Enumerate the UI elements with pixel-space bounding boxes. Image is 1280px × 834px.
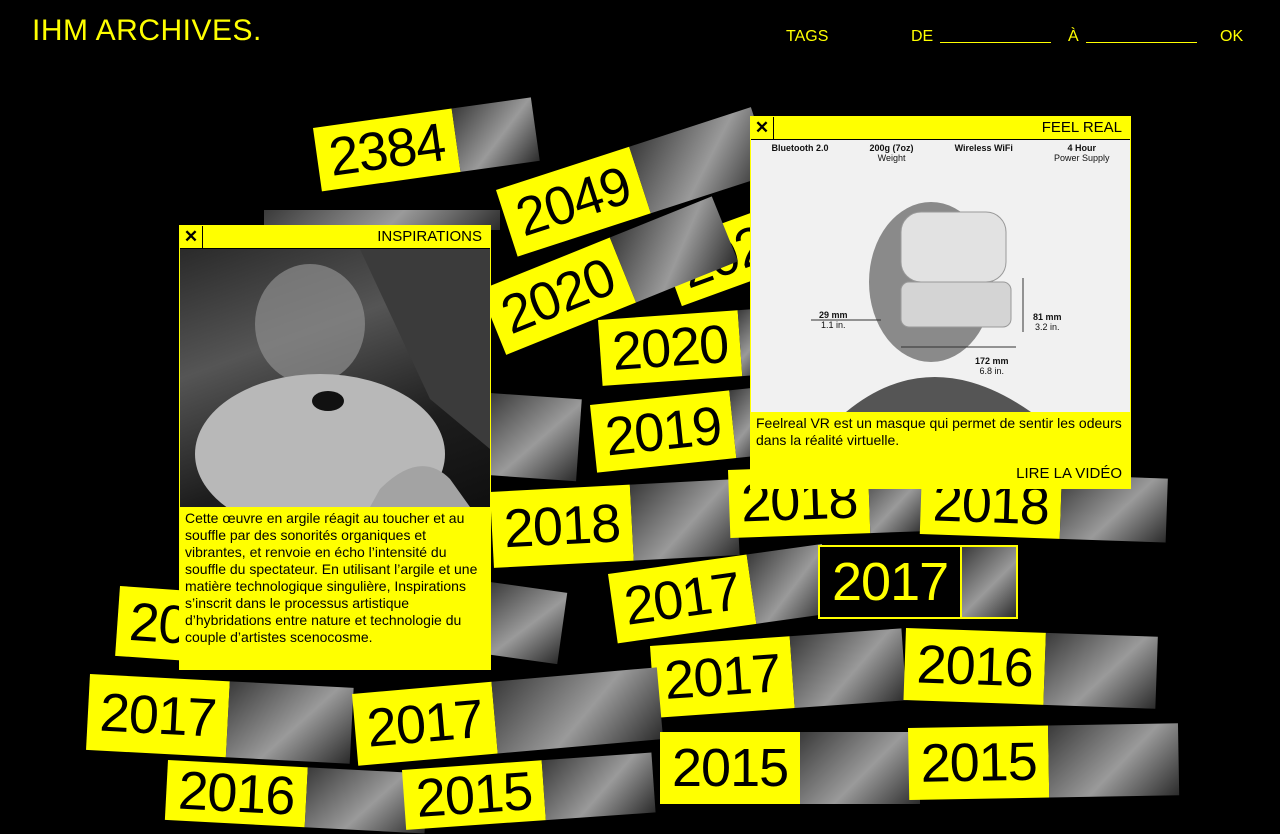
spec-value: 4 Hour [1067,143,1096,153]
date-to-label: À [1068,28,1079,45]
archive-tile[interactable]: 2019 [590,387,767,473]
archive-tile[interactable] [484,393,582,482]
tile-thumbnail [800,732,921,804]
inspirations-panel: ✕ INSPIRATIONS Cette œuvre en argile réa… [179,225,491,670]
archive-tile[interactable]: 2015 [660,732,921,804]
archive-tile[interactable]: 2384 [313,97,540,192]
panel-description: Cette œuvre en argile réagit au toucher … [185,510,478,645]
ok-button[interactable]: OK [1220,28,1243,46]
tile-year: 2017 [352,681,498,766]
tile-year: 2017 [818,545,963,619]
tile-thumbnail [484,393,582,482]
archive-tile[interactable]: 2016 [903,628,1158,709]
archive-tile[interactable]: 2017 [86,674,354,764]
archive-tile[interactable]: 2017 [650,628,907,718]
spec-label: Weight [877,153,906,163]
archive-tile[interactable]: 2017 [352,667,664,766]
date-from-label: DE [911,28,934,45]
tile-year: 2018 [490,484,634,568]
tile-thumbnail [225,681,354,764]
archive-tile[interactable]: 2015 [908,723,1180,800]
archive-tile[interactable] [479,582,568,665]
date-to-input[interactable] [1086,24,1200,44]
date-from-input[interactable] [940,24,1054,44]
panel-titlebar: ✕ FEEL REAL [751,117,1130,140]
tile-thumbnail [479,582,568,665]
feelreal-panel: ✕ FEEL REAL Bluetooth 2.0 200g (7oz) Weig… [750,116,1131,489]
tile-year: 2384 [313,108,461,192]
dim-height: 81 mm 3.2 in. [1033,312,1062,332]
tile-year: 2017 [608,554,757,644]
tile-thumbnail [789,628,907,709]
date-to-underline [1086,42,1197,43]
spec-value: Bluetooth 2.0 [771,143,829,153]
site-logo[interactable]: IHM ARCHIVES. [32,14,262,48]
tile-thumbnail [1043,632,1158,709]
tile-year: 2015 [402,760,546,830]
archive-tile[interactable]: 2018 [490,479,740,568]
tile-year: 2015 [660,732,801,804]
tile-year: 2017 [86,674,230,758]
tile-year: 2016 [903,628,1047,705]
spec-value: 200g (7oz) [869,143,914,153]
inspirations-image [180,249,490,507]
tags-link[interactable]: TAGS [786,28,828,46]
archive-tile[interactable]: 2016 [164,760,428,834]
archive-tile[interactable]: 2015 [402,752,656,830]
archive-tile[interactable]: 2020 [598,308,767,386]
close-icon[interactable]: ✕ [751,117,774,139]
panel-titlebar: ✕ INSPIRATIONS [180,226,490,249]
panel-title: FEEL REAL [1041,119,1122,136]
tile-thumbnail [962,545,1019,619]
tile-thumbnail [491,667,664,754]
close-icon[interactable]: ✕ [180,226,203,248]
panel-description: Feelreal VR est un masque qui permet de … [756,415,1122,448]
vr-mask-illustration [811,202,1031,412]
spec-row: Bluetooth 2.0 200g (7oz) Weight Wireless … [751,140,1130,163]
dim-width: 29 mm 1.1 in. [819,310,848,330]
tile-year: 2015 [908,725,1050,800]
spec-label: Power Supply [1053,153,1110,163]
tile-thumbnail [541,752,656,821]
tile-year: 2020 [598,310,743,386]
tile-thumbnail [451,97,540,172]
panel-title: INSPIRATIONS [377,228,482,245]
feelreal-image: Bluetooth 2.0 200g (7oz) Weight Wireless … [751,140,1130,412]
date-from-underline [940,42,1051,43]
tile-year: 2017 [650,636,795,718]
dim-depth: 172 mm 6.8 in. [975,356,1009,376]
tile-year: 2019 [590,390,737,473]
tile-year: 2016 [164,760,308,828]
archive-tile-selected[interactable]: 2017 [818,545,1019,619]
tile-thumbnail [629,479,740,561]
spec-value: Wireless WiFi [954,143,1013,153]
tile-thumbnail [1048,723,1180,798]
watch-video-link[interactable]: LIRE LA VIDÉO [1016,465,1122,482]
